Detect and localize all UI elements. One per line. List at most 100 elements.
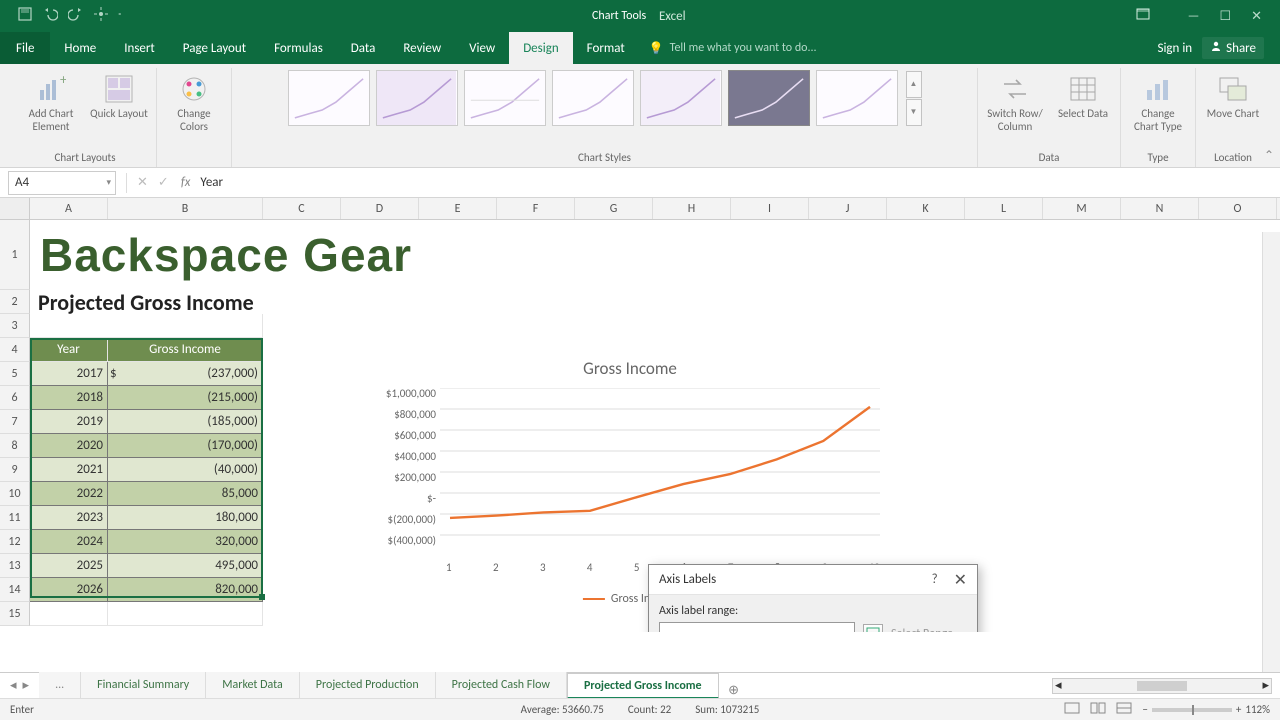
zoom-in-button[interactable]: + — [1236, 703, 1241, 716]
enter-formula-icon[interactable]: ✓ — [158, 175, 169, 190]
tab-page-layout[interactable]: Page Layout — [169, 32, 260, 64]
tab-design[interactable]: Design — [509, 32, 572, 64]
col-M[interactable]: M — [1043, 198, 1121, 219]
col-G[interactable]: G — [575, 198, 653, 219]
sign-in-link[interactable]: Sign in — [1157, 41, 1192, 56]
sheet-nav[interactable]: ◂▸ — [0, 678, 39, 693]
tab-data[interactable]: Data — [337, 32, 390, 64]
sheet-tab-active[interactable]: Projected Gross Income — [567, 673, 719, 699]
cell-gross-income[interactable]: (40,000) — [108, 458, 263, 482]
row-header[interactable]: 9 — [0, 458, 30, 482]
row-header[interactable]: 5 — [0, 362, 30, 386]
chart-style-4[interactable] — [552, 70, 634, 126]
name-box[interactable]: A4 — [8, 171, 116, 195]
dialog-help-button[interactable]: ? — [932, 572, 938, 587]
close-button[interactable]: ✕ — [1251, 9, 1262, 24]
cell-year[interactable]: 2021 — [30, 458, 108, 482]
row-header[interactable]: 11 — [0, 506, 30, 530]
cancel-formula-icon[interactable]: ✕ — [137, 175, 148, 190]
col-B[interactable]: B — [108, 198, 263, 219]
chart-style-5[interactable] — [640, 70, 722, 126]
col-A[interactable]: A — [30, 198, 108, 219]
undo-icon[interactable] — [42, 7, 58, 25]
row-header[interactable]: 12 — [0, 530, 30, 554]
fx-icon[interactable]: fx — [175, 175, 191, 190]
cell-gross-income[interactable]: 320,000 — [108, 530, 263, 554]
sheet-tab[interactable]: Projected Cash Flow — [436, 672, 567, 698]
tell-me-search[interactable]: 💡 Tell me what you want to do... — [649, 32, 817, 64]
cell-gross-income[interactable]: 820,000 — [108, 578, 263, 602]
row-header[interactable]: 1 — [0, 220, 30, 290]
cell-gross-income[interactable]: 180,000 — [108, 506, 263, 530]
col-H[interactable]: H — [653, 198, 731, 219]
vertical-scrollbar[interactable] — [1262, 232, 1280, 672]
cell-year[interactable]: 2022 — [30, 482, 108, 506]
redo-icon[interactable] — [68, 7, 84, 25]
row-header[interactable]: 8 — [0, 434, 30, 458]
col-C[interactable]: C — [263, 198, 341, 219]
collapse-ribbon-icon[interactable]: ⌃ — [1264, 148, 1274, 163]
axis-label-range-input[interactable] — [659, 622, 855, 632]
chart-style-gallery[interactable]: ▲▼ — [288, 70, 922, 126]
tab-insert[interactable]: Insert — [110, 32, 169, 64]
cell-gross-income[interactable]: $(237,000) — [108, 362, 263, 386]
row-header[interactable]: 3 — [0, 314, 30, 338]
select-all-corner[interactable] — [0, 198, 30, 219]
cell-year[interactable]: 2023 — [30, 506, 108, 530]
ribbon-options-icon[interactable] — [1136, 8, 1150, 24]
move-chart-button[interactable]: Move Chart — [1204, 70, 1262, 121]
cell-year[interactable]: 2020 — [30, 434, 108, 458]
minimize-button[interactable]: — — [1188, 9, 1200, 24]
chart-style-7[interactable] — [816, 70, 898, 126]
col-J[interactable]: J — [809, 198, 887, 219]
chart-style-1[interactable] — [288, 70, 370, 126]
touch-mode-icon[interactable] — [94, 7, 108, 25]
tab-file[interactable]: File — [0, 32, 50, 64]
switch-row-column-button[interactable]: Switch Row/ Column — [986, 70, 1044, 133]
col-N[interactable]: N — [1121, 198, 1199, 219]
sheet-tab[interactable]: Financial Summary — [81, 672, 206, 698]
row-header[interactable]: 10 — [0, 482, 30, 506]
cell-gross-income[interactable]: 85,000 — [108, 482, 263, 506]
formula-input[interactable]: Year — [190, 175, 1280, 190]
table-header-year[interactable]: Year — [30, 338, 108, 362]
select-data-button[interactable]: Select Data — [1054, 70, 1112, 121]
horizontal-scrollbar[interactable]: ◂▸ — [1052, 678, 1272, 694]
tab-format[interactable]: Format — [573, 32, 639, 64]
tab-view[interactable]: View — [455, 32, 509, 64]
sheet-tab-more[interactable]: ... — [39, 672, 81, 698]
tab-formulas[interactable]: Formulas — [260, 32, 337, 64]
save-icon[interactable] — [18, 7, 32, 25]
cell-gross-income[interactable]: 495,000 — [108, 554, 263, 578]
cell-year[interactable]: 2018 — [30, 386, 108, 410]
col-E[interactable]: E — [419, 198, 497, 219]
col-D[interactable]: D — [341, 198, 419, 219]
cell-year[interactable]: 2025 — [30, 554, 108, 578]
new-sheet-button[interactable]: ⊕ — [719, 683, 749, 698]
maximize-button[interactable]: ☐ — [1219, 9, 1231, 24]
cell-gross-income[interactable]: (185,000) — [108, 410, 263, 434]
dialog-close-button[interactable]: ✕ — [954, 570, 967, 590]
cell-gross-income[interactable]: (170,000) — [108, 434, 263, 458]
row-header[interactable]: 15 — [0, 602, 30, 626]
chart-style-6[interactable] — [728, 70, 810, 126]
col-K[interactable]: K — [887, 198, 965, 219]
view-page-layout-icon[interactable] — [1090, 702, 1106, 717]
share-button[interactable]: Share — [1202, 37, 1264, 59]
row-header[interactable]: 6 — [0, 386, 30, 410]
chart-style-scroll[interactable]: ▲▼ — [906, 71, 922, 126]
view-page-break-icon[interactable] — [1116, 702, 1132, 717]
sheet-tab[interactable]: Market Data — [206, 672, 300, 698]
col-F[interactable]: F — [497, 198, 575, 219]
change-chart-type-button[interactable]: Change Chart Type — [1129, 70, 1187, 133]
chart-style-2[interactable] — [376, 70, 458, 126]
row-header[interactable]: 7 — [0, 410, 30, 434]
change-colors-button[interactable]: Change Colors — [165, 70, 223, 133]
view-normal-icon[interactable] — [1064, 702, 1080, 717]
zoom-slider[interactable]: − + 112% — [1142, 703, 1270, 716]
row-header[interactable]: 4 — [0, 338, 30, 362]
col-L[interactable]: L — [965, 198, 1043, 219]
column-headers[interactable]: A B C D E F G H I J K L M N O — [0, 198, 1280, 220]
row-header[interactable]: 13 — [0, 554, 30, 578]
row-header[interactable]: 2 — [0, 290, 30, 314]
